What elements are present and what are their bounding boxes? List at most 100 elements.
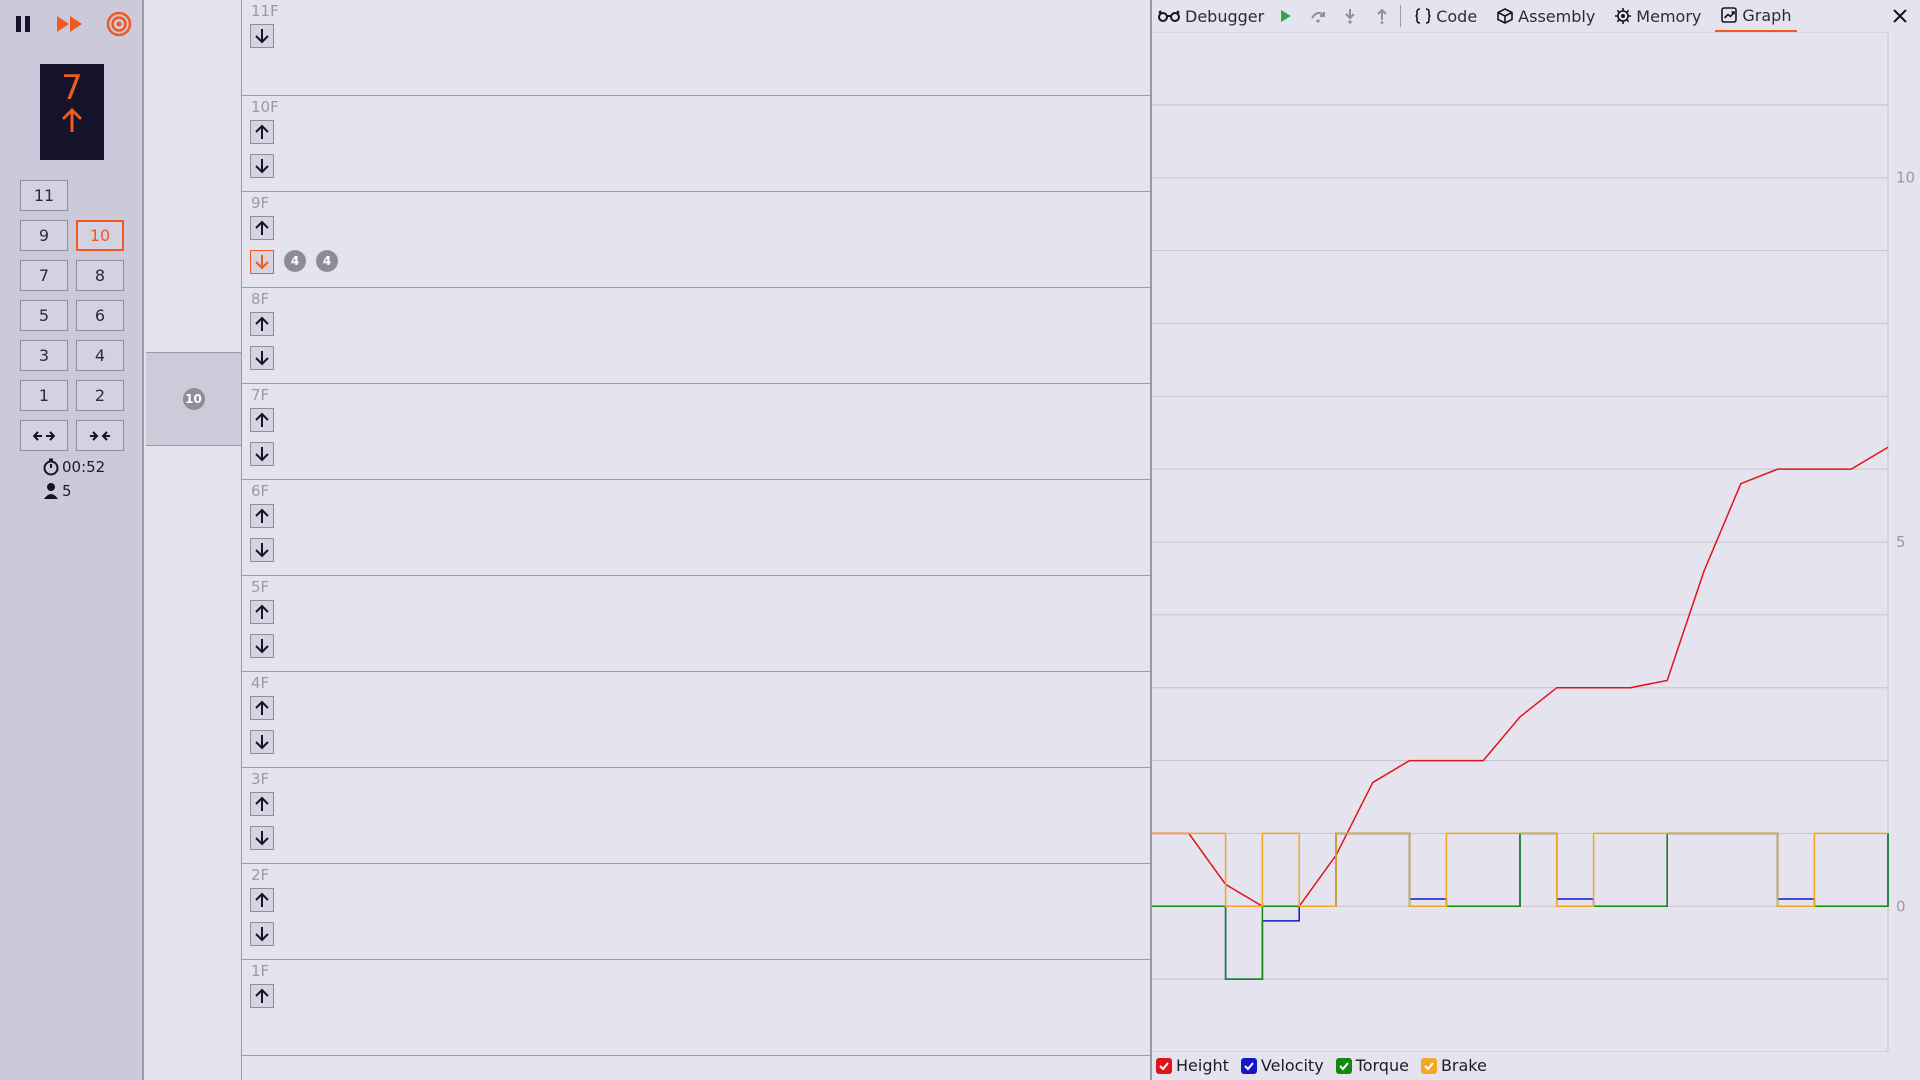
tab-label: Code — [1436, 6, 1478, 26]
call-up-button[interactable] — [250, 984, 274, 1008]
glasses-icon — [1158, 10, 1180, 22]
arrow-down-icon — [255, 639, 269, 654]
call-down-button[interactable] — [250, 922, 274, 946]
floor-label: 11F — [251, 2, 279, 20]
call-up-button[interactable] — [250, 696, 274, 720]
floor-row-2f: 2F — [242, 864, 1150, 960]
target-button[interactable] — [104, 10, 134, 38]
call-down-button[interactable] — [250, 346, 274, 370]
call-up-button[interactable] — [250, 120, 274, 144]
floor-label: 6F — [251, 482, 270, 500]
cab-button-9[interactable]: 9 — [20, 220, 68, 251]
legend-height-toggle[interactable]: Height — [1156, 1056, 1229, 1075]
floor-label: 9F — [251, 194, 270, 212]
checkbox-checked-icon — [1156, 1057, 1172, 1074]
legend-brake-toggle[interactable]: Brake — [1420, 1056, 1487, 1075]
cab-button-8[interactable]: 8 — [76, 260, 124, 291]
checkbox-checked-icon — [1335, 1057, 1352, 1074]
arrow-up-icon — [255, 892, 269, 907]
call-down-button[interactable] — [250, 730, 274, 754]
graph-chart: 0 5 10 — [1152, 32, 1915, 1052]
step-into-button[interactable] — [1340, 0, 1360, 32]
call-down-button[interactable] — [250, 634, 274, 658]
legend-label: Height — [1176, 1056, 1229, 1075]
floor-label: 2F — [251, 866, 270, 884]
legend-torque-toggle[interactable]: Torque — [1335, 1056, 1409, 1075]
arrow-down-icon — [255, 447, 269, 462]
step-into-icon — [1345, 9, 1355, 24]
y-tick-label: 0 — [1896, 897, 1906, 915]
arrow-down-icon — [255, 159, 269, 174]
arrow-up-icon — [255, 988, 269, 1003]
graph-legend: Height Velocity Torque Brake — [1156, 1056, 1487, 1075]
cab-button-4[interactable]: 4 — [76, 340, 124, 371]
call-down-button[interactable] — [250, 250, 274, 274]
arrow-down-icon — [255, 255, 269, 270]
legend-velocity-toggle[interactable]: Velocity — [1240, 1056, 1324, 1075]
checkbox-checked-icon — [1420, 1057, 1437, 1074]
step-out-button[interactable] — [1372, 0, 1392, 32]
cab-button-10[interactable]: 10 — [76, 220, 124, 251]
pause-button[interactable] — [8, 10, 38, 38]
debugger-panel: Debugger Code Assembly Memory Graph 0 5 10 — [1150, 0, 1920, 1080]
floor-row-9f: 9F 4 4 — [242, 192, 1150, 288]
floor-row-1f: 1F — [242, 960, 1150, 1056]
control-sidebar: 7 11 9 10 7 8 5 6 3 4 1 2 00:52 5 — [0, 0, 144, 1080]
arrow-down-icon — [255, 543, 269, 558]
tab-assembly[interactable]: Assembly — [1491, 0, 1601, 32]
floor-label: 5F — [251, 578, 270, 596]
floor-label: 7F — [251, 386, 270, 404]
cab-button-7[interactable]: 7 — [20, 260, 68, 291]
checkbox-checked-icon — [1240, 1057, 1257, 1074]
arrow-up-icon — [255, 604, 269, 619]
passenger-count-value: 5 — [62, 482, 72, 500]
cab-button-2[interactable]: 2 — [76, 380, 124, 411]
target-icon — [106, 11, 132, 37]
chart-icon — [1721, 7, 1738, 23]
arrow-down-icon — [255, 735, 269, 750]
car-occupant-count: 10 — [182, 388, 205, 410]
arrow-up-icon — [255, 412, 269, 427]
tab-label: Assembly — [1518, 6, 1596, 26]
cab-button-1[interactable]: 1 — [20, 380, 68, 411]
cab-button-6[interactable]: 6 — [76, 300, 124, 331]
call-down-button[interactable] — [250, 154, 274, 178]
cab-button-3[interactable]: 3 — [20, 340, 68, 371]
close-button[interactable] — [1888, 4, 1912, 28]
arrow-up-icon — [255, 796, 269, 811]
floor-row-10f: 10F — [242, 96, 1150, 192]
floor-row-4f: 4F — [242, 672, 1150, 768]
cab-button-11[interactable]: 11 — [20, 180, 68, 211]
step-over-button[interactable] — [1308, 0, 1328, 32]
call-down-button[interactable] — [250, 538, 274, 562]
tab-code[interactable]: Code — [1409, 0, 1483, 32]
cab-button-5[interactable]: 5 — [20, 300, 68, 331]
elevator-car: 10 — [146, 352, 242, 446]
call-up-button[interactable] — [250, 408, 274, 432]
fast-forward-button[interactable] — [55, 10, 85, 38]
tab-graph[interactable]: Graph — [1715, 0, 1798, 32]
call-up-button[interactable] — [250, 888, 274, 912]
call-down-button[interactable] — [250, 826, 274, 850]
tab-memory[interactable]: Memory — [1609, 0, 1707, 32]
call-up-button[interactable] — [250, 792, 274, 816]
door-open-button[interactable] — [20, 420, 68, 451]
call-up-button[interactable] — [250, 600, 274, 624]
person-icon — [44, 483, 58, 499]
floor-label: 1F — [251, 962, 270, 980]
call-up-button[interactable] — [250, 216, 274, 240]
call-up-button[interactable] — [250, 504, 274, 528]
call-down-button[interactable] — [250, 442, 274, 466]
floor-indicator: 7 — [40, 64, 104, 160]
legend-label: Brake — [1440, 1056, 1487, 1075]
call-up-button[interactable] — [250, 312, 274, 336]
run-button[interactable] — [1276, 0, 1296, 32]
door-open-icon — [33, 430, 55, 441]
step-out-icon — [1377, 8, 1387, 24]
tab-label: Memory — [1636, 6, 1702, 26]
waiting-passenger-badge: 4 — [316, 250, 338, 272]
arrow-up-icon — [255, 700, 269, 715]
door-close-button[interactable] — [76, 420, 124, 451]
call-down-button[interactable] — [250, 24, 274, 48]
elevator-shaft: 10 — [146, 0, 242, 1080]
